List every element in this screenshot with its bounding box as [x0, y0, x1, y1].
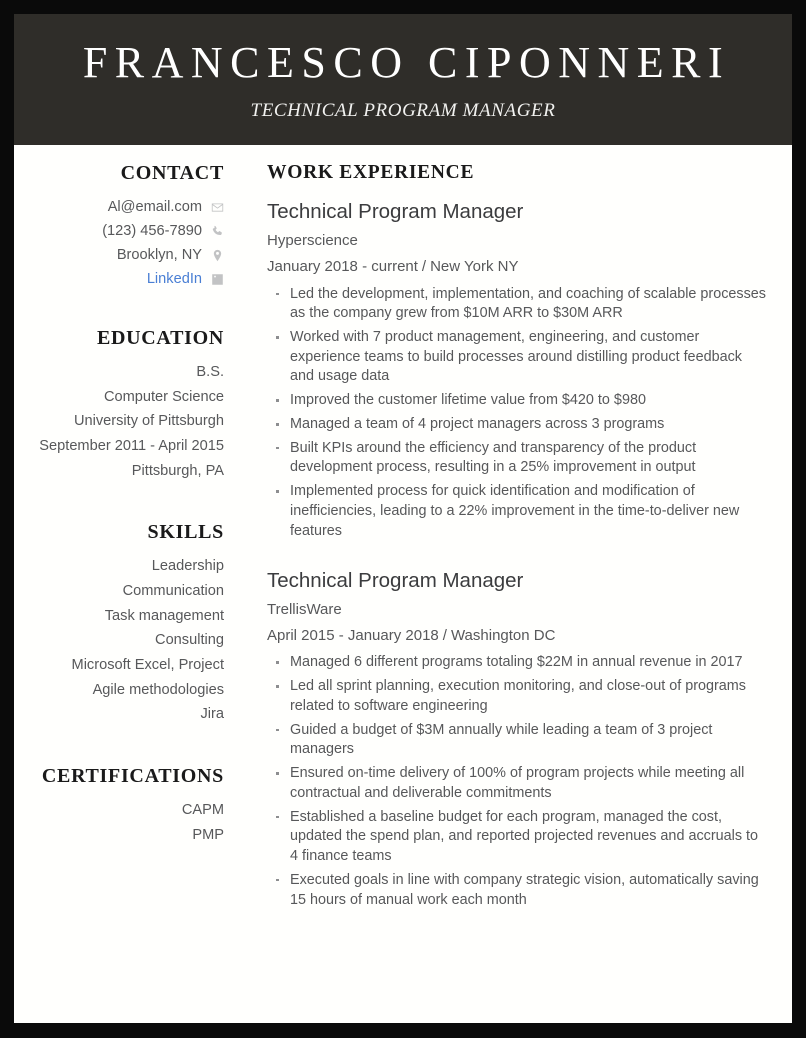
job-location: Washington DC	[450, 626, 556, 644]
resume-header-band: FRANCESCO CIPONNERI TECHNICAL PROGRAM MA…	[14, 14, 792, 145]
work-experience-entry: Technical Program Manager TrellisWare Ap…	[267, 568, 768, 910]
skill-item: Task management	[104, 607, 224, 624]
work-experience-section: WORK EXPERIENCE Technical Program Manage…	[267, 161, 768, 910]
candidate-job-title: TECHNICAL PROGRAM MANAGER	[250, 100, 556, 122]
linkedin-icon[interactable]	[211, 273, 224, 286]
skill-item: Jira	[200, 706, 224, 723]
job-bullet: Executed goals in line with company stra…	[267, 871, 768, 910]
contact-email-text: Al@email.com	[107, 198, 202, 215]
contact-linkedin-link[interactable]: LinkedIn	[147, 270, 202, 288]
education-school: University of Pittsburgh	[73, 413, 224, 430]
job-dates-location: January 2018 - current / New York NY	[267, 258, 768, 277]
job-bullet-list: Led the development, implementation, and…	[267, 285, 768, 542]
resume-sidebar: CONTACT Al@email.com (123) 456-7890 Broo…	[14, 161, 238, 850]
location-pin-icon	[211, 249, 224, 262]
education-section: EDUCATION B.S. Computer Science Universi…	[14, 326, 224, 480]
contact-phone-text: (123) 456-7890	[102, 222, 202, 239]
job-title: Technical Program Manager	[267, 569, 524, 593]
job-bullet: Led all sprint planning, execution monit…	[267, 677, 768, 716]
certifications-section: CERTIFICATIONS CAPM PMP	[14, 764, 224, 844]
contact-item-linkedin[interactable]: LinkedIn	[14, 270, 224, 288]
job-bullet: Established a baseline budget for each p…	[267, 808, 768, 867]
contact-item-location: Brooklyn, NY	[14, 246, 224, 264]
skill-item: Communication	[122, 583, 224, 600]
job-dates-location: April 2015 - January 2018/Washington DC	[267, 627, 768, 646]
job-bullet: Led the development, implementation, and…	[267, 285, 768, 324]
education-major: Computer Science	[103, 388, 224, 405]
contact-list: Al@email.com (123) 456-7890 Brooklyn, NY…	[14, 198, 224, 288]
contact-item-email: Al@email.com	[14, 198, 224, 216]
candidate-name: FRANCESCO CIPONNERI	[82, 38, 731, 87]
resume-body: CONTACT Al@email.com (123) 456-7890 Broo…	[14, 145, 792, 914]
job-bullet-list: Managed 6 different programs totaling $2…	[267, 653, 768, 910]
job-company: Hyperscience	[267, 232, 358, 250]
contact-location-text: Brooklyn, NY	[116, 246, 202, 263]
job-bullet: Managed a team of 4 project managers acr…	[267, 415, 768, 435]
job-bullet: Ensured on-time delivery of 100% of prog…	[267, 764, 768, 803]
skill-item: Microsoft Excel, Project	[71, 657, 224, 674]
contact-section: CONTACT Al@email.com (123) 456-7890 Broo…	[14, 161, 224, 288]
skills-heading: SKILLS	[147, 521, 224, 544]
skill-item: Agile methodologies	[92, 681, 224, 698]
contact-item-phone: (123) 456-7890	[14, 222, 224, 240]
education-list: B.S. Computer Science University of Pitt…	[14, 363, 224, 480]
job-meta-separator: /	[442, 626, 447, 644]
job-bullet: Worked with 7 product management, engine…	[267, 328, 768, 387]
resume-sheet: FRANCESCO CIPONNERI TECHNICAL PROGRAM MA…	[14, 14, 792, 1023]
job-dates: April 2015 - January 2018	[267, 626, 439, 644]
job-company: TrellisWare	[267, 600, 342, 618]
resume-page: FRANCESCO CIPONNERI TECHNICAL PROGRAM MA…	[0, 0, 806, 1038]
certifications-list: CAPM PMP	[14, 801, 224, 844]
job-bullet: Implemented process for quick identifica…	[267, 482, 768, 541]
work-experience-entry: Technical Program Manager Hyperscience J…	[267, 199, 768, 541]
skill-item: Leadership	[151, 558, 224, 575]
certifications-heading: CERTIFICATIONS	[41, 765, 224, 788]
education-degree: B.S.	[196, 364, 224, 380]
skills-section: SKILLS Leadership Communication Task man…	[14, 520, 224, 724]
job-bullet: Improved the customer lifetime value fro…	[267, 391, 768, 411]
certification-item: CAPM	[181, 802, 224, 819]
resume-main-column: WORK EXPERIENCE Technical Program Manage…	[238, 161, 792, 914]
education-dates: September 2011 - April 2015	[39, 438, 224, 455]
job-dates: January 2018 - current	[267, 257, 418, 275]
skill-item: Consulting	[155, 632, 224, 649]
job-bullet: Guided a budget of $3M annually while le…	[267, 721, 768, 760]
job-meta-separator: /	[421, 257, 427, 275]
work-experience-heading: WORK EXPERIENCE	[267, 162, 475, 183]
job-bullet: Managed 6 different programs totaling $2…	[267, 653, 768, 673]
job-title: Technical Program Manager	[267, 200, 524, 224]
certification-item: PMP	[192, 826, 224, 843]
skills-list: Leadership Communication Task management…	[14, 557, 224, 724]
job-bullet: Built KPIs around the efficiency and tra…	[267, 439, 768, 478]
education-location: Pittsburgh, PA	[131, 462, 224, 479]
job-location: New York NY	[430, 257, 519, 275]
phone-icon	[211, 225, 224, 238]
envelope-icon	[211, 201, 224, 214]
contact-heading: CONTACT	[120, 162, 224, 184]
education-heading: EDUCATION	[96, 327, 224, 349]
